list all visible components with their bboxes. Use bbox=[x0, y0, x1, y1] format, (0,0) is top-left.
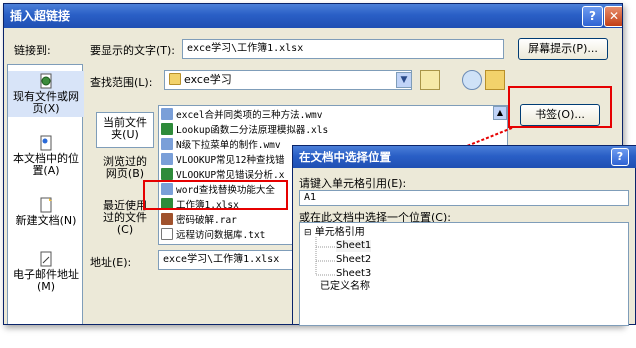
address-input[interactable]: exce学习\工作簿1.xlsx bbox=[158, 250, 294, 270]
help-icon: ? bbox=[616, 150, 624, 163]
document-location-icon bbox=[40, 135, 52, 151]
address-label: 地址(E): bbox=[90, 256, 132, 269]
look-in-label: 查找范围(L): bbox=[90, 76, 153, 89]
nav-new-document-label: 新建文档(N) bbox=[15, 214, 77, 227]
select-place-dialog: 在文档中选择位置 ? 请键入单元格引用(E): A1 或在此文档中选择一个位置(… bbox=[292, 145, 636, 326]
file-name: excel合并同类项的三种方法.wmv bbox=[176, 110, 323, 121]
archive-icon bbox=[161, 213, 173, 225]
link-to-panel: 现有文件或网页(X) 本文档中的位置(A) 新建文档(N) 电子邮件地址(M) bbox=[7, 64, 84, 324]
video-icon bbox=[161, 108, 173, 120]
browsed-pages-label: 浏览过的网页(B) bbox=[103, 155, 147, 180]
text-to-display-label: 要显示的文字(T): bbox=[90, 44, 176, 57]
tree-node-sheet2[interactable]: Sheet2 bbox=[336, 254, 371, 266]
tree-node-sheet3[interactable]: Sheet3 bbox=[336, 268, 371, 280]
file-name: Lookup函数二分法原理模拟器.xls bbox=[176, 125, 329, 136]
email-icon bbox=[40, 251, 52, 267]
file-name: VLOOKUP常见12种查找错 bbox=[176, 155, 285, 166]
close-icon: ✕ bbox=[608, 9, 620, 23]
sheet2-label: Sheet2 bbox=[336, 254, 372, 265]
current-folder-button[interactable]: 当前文件夹(U) bbox=[96, 112, 154, 148]
nav-new-document[interactable]: 新建文档(N) bbox=[8, 197, 84, 227]
video-icon bbox=[161, 153, 173, 165]
popup-title-bar[interactable]: 在文档中选择位置 bbox=[293, 146, 636, 168]
file-name: N级下拉菜单的制作.wmv bbox=[176, 140, 281, 151]
dialog-title-bar[interactable]: 插入超链接 bbox=[4, 4, 622, 28]
nav-place-in-document-label: 本文档中的位置(A) bbox=[13, 152, 79, 177]
document-place-tree[interactable]: ⊟ 单元格引用 Sheet1 Sheet2 Sheet3 已定义名称 bbox=[299, 222, 629, 326]
list-item[interactable]: 密码破解.rar bbox=[161, 213, 237, 228]
help-button[interactable]: ? bbox=[582, 6, 603, 27]
nav-email-address[interactable]: 电子邮件地址(M) bbox=[8, 251, 84, 293]
list-item[interactable]: Lookup函数二分法原理模拟器.xls bbox=[161, 123, 328, 138]
text-to-display-input[interactable]: exce学习\工作簿1.xlsx bbox=[182, 39, 504, 59]
text-icon bbox=[161, 228, 173, 240]
up-folder-icon[interactable] bbox=[420, 70, 440, 90]
nav-place-in-document[interactable]: 本文档中的位置(A) bbox=[8, 135, 84, 177]
look-in-value: exce学习 bbox=[184, 73, 232, 86]
defined-names-label: 已定义名称 bbox=[320, 281, 370, 292]
nav-existing-file-label: 现有文件或网页(X) bbox=[13, 90, 79, 115]
dialog-title: 插入超链接 bbox=[10, 9, 71, 23]
link-to-label: 链接到: bbox=[14, 44, 51, 57]
list-item[interactable]: N级下拉菜单的制作.wmv bbox=[161, 138, 281, 153]
tree-node-defined-names[interactable]: 已定义名称 bbox=[320, 281, 370, 293]
help-icon: ? bbox=[589, 9, 596, 23]
bookmark-highlight bbox=[508, 86, 612, 128]
tree-node-sheet1[interactable]: Sheet1 bbox=[336, 240, 372, 252]
list-item[interactable]: VLOOKUP常见12种查找错 bbox=[161, 153, 284, 168]
video-icon bbox=[161, 138, 173, 150]
popup-help-button[interactable]: ? bbox=[611, 148, 629, 166]
close-button[interactable]: ✕ bbox=[604, 6, 622, 27]
nav-email-address-label: 电子邮件地址(M) bbox=[13, 268, 79, 293]
recent-files-label: 最近使用过的文件(C) bbox=[103, 199, 147, 236]
file-name: 远程访问数据库.txt bbox=[176, 230, 266, 241]
file-name: 密码破解.rar bbox=[176, 215, 237, 226]
list-item[interactable]: excel合并同类项的三种方法.wmv bbox=[161, 108, 322, 123]
screen-tip-button[interactable]: 屏幕提示(P)... bbox=[518, 38, 608, 60]
chevron-down-icon[interactable]: ▼ bbox=[396, 72, 412, 88]
excel-icon bbox=[161, 123, 173, 135]
globe-document-icon bbox=[40, 73, 52, 89]
popup-title: 在文档中选择位置 bbox=[299, 150, 391, 164]
current-folder-label: 当前文件夹(U) bbox=[103, 116, 147, 141]
new-document-icon bbox=[40, 197, 52, 213]
folder-icon bbox=[169, 73, 181, 85]
file-highlight bbox=[143, 180, 288, 210]
sheet1-label: Sheet1 bbox=[336, 240, 372, 251]
sheet3-label: Sheet3 bbox=[336, 268, 372, 279]
scroll-up-icon[interactable]: ▲ bbox=[493, 106, 507, 120]
browse-web-icon[interactable] bbox=[462, 70, 482, 90]
look-in-dropdown[interactable]: exce学习 bbox=[164, 70, 412, 90]
browse-file-icon[interactable] bbox=[485, 70, 505, 90]
nav-existing-file[interactable]: 现有文件或网页(X) bbox=[8, 71, 84, 117]
list-item[interactable]: 远程访问数据库.txt bbox=[161, 228, 265, 243]
excel-icon bbox=[161, 168, 173, 180]
cell-ref-label: 请键入单元格引用(E): bbox=[299, 177, 407, 190]
cell-ref-input[interactable]: A1 bbox=[299, 190, 629, 206]
